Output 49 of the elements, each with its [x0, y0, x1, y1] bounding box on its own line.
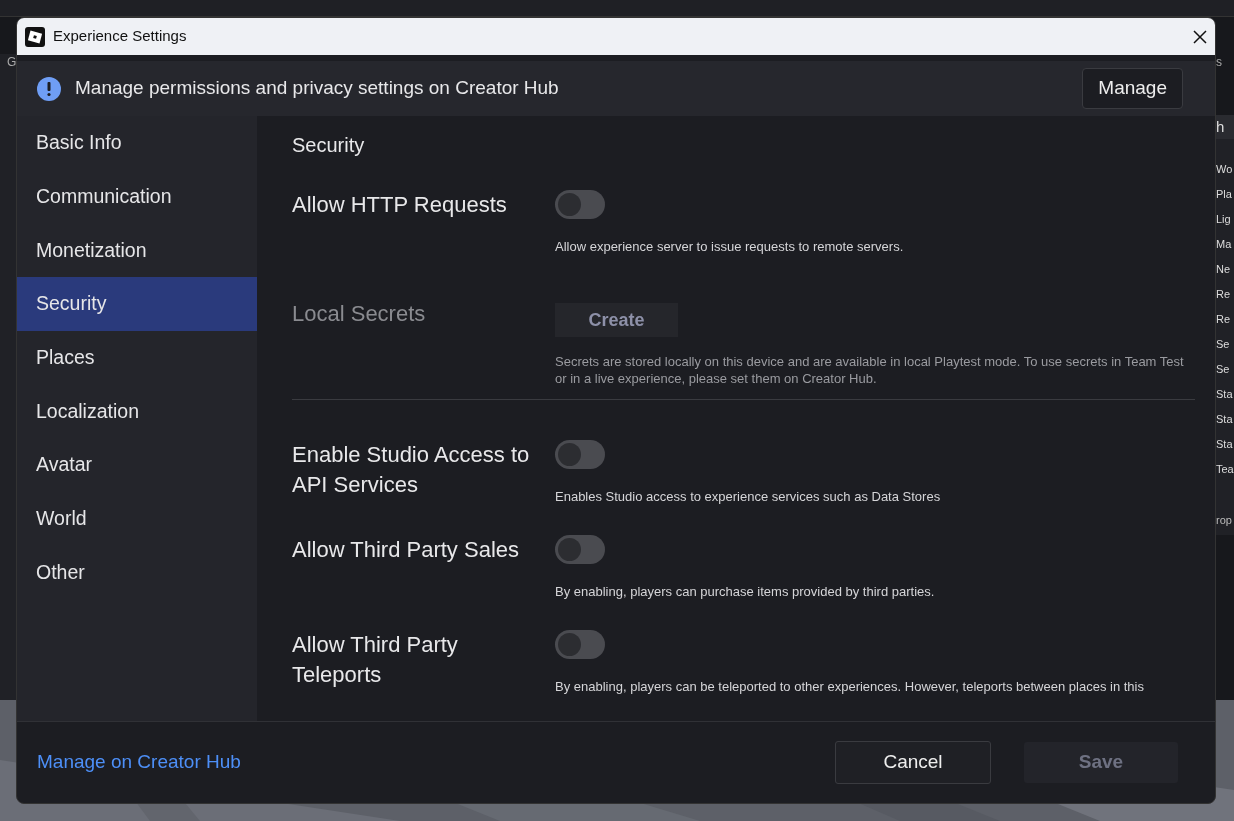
setting-label: Allow Third Party Teleports [292, 631, 459, 689]
sidebar-item[interactable]: Places [17, 330, 257, 385]
app-logo-icon [25, 26, 45, 47]
cancel-button[interactable]: Cancel [835, 741, 991, 784]
info-icon [37, 76, 61, 101]
sidebar-item[interactable]: Monetization [17, 223, 257, 278]
section-title: Security [292, 133, 366, 158]
sidebar-item[interactable]: Communication [17, 169, 257, 224]
sidebar-item[interactable]: Avatar [17, 438, 257, 492]
tree-item[interactable]: Sta [1216, 432, 1234, 457]
sidebar-item[interactable]: World [17, 491, 257, 546]
sidebar-item[interactable]: Security [17, 277, 257, 331]
setting-description: Allow experience server to issue requests to remote servers. [555, 238, 905, 255]
tree-item[interactable]: Sta [1216, 382, 1234, 407]
sidebar-item[interactable]: Localization [17, 384, 257, 439]
panel-label: G [7, 54, 17, 71]
setting-label: Allow HTTP Requests [292, 191, 508, 219]
tree-item[interactable]: Re [1216, 282, 1234, 307]
panel-tab[interactable]: rop [1216, 512, 1234, 529]
panel-label: s [1216, 54, 1222, 71]
toggle-switch[interactable] [555, 535, 605, 564]
tree-item[interactable]: Tea [1216, 457, 1234, 482]
tree-item[interactable]: Ma [1216, 232, 1234, 257]
sidebar-item[interactable]: Basic Info [17, 116, 257, 170]
tree-item[interactable]: Se [1216, 357, 1234, 382]
toggle-switch[interactable] [555, 190, 605, 219]
tree-item[interactable]: Re [1216, 307, 1234, 332]
tree-item[interactable]: Se [1216, 332, 1234, 357]
setting-description: By enabling, players can purchase items provided by third parties. [555, 583, 936, 600]
setting-description: Enables Studio access to experience services such as Data Stores [555, 488, 942, 505]
tree-item[interactable]: Wo [1216, 157, 1234, 182]
setting-description: Secrets are stored locally on this device and are available in local Playtest mode. To use secrets in Team Test or in a live experience, please set them on Creator Hub. [555, 353, 1185, 387]
banner-text: Manage permissions and privacy settings on Creator Hub [75, 76, 559, 101]
tree-item[interactable]: Ne [1216, 257, 1234, 282]
setting-label: Enable Studio Access to API Services [292, 441, 531, 499]
tree-item[interactable]: Sta [1216, 407, 1234, 432]
tree-item[interactable]: Pla [1216, 182, 1234, 207]
panel-header: h [1216, 115, 1234, 139]
close-icon[interactable] [1193, 29, 1207, 44]
setting-label: Local Secrets [292, 300, 427, 328]
tree-item[interactable]: Lig [1216, 207, 1234, 232]
toggle-switch[interactable] [555, 440, 605, 469]
creator-hub-link[interactable]: Manage on Creator Hub [37, 748, 241, 777]
sidebar-item[interactable]: Other [17, 545, 257, 600]
window-title: Experience Settings [53, 26, 187, 47]
toggle-switch[interactable] [555, 630, 605, 659]
setting-description: By enabling, players can be teleported to other experiences. However, teleports between places in this [555, 678, 1145, 695]
manage-button[interactable]: Manage [1082, 68, 1183, 109]
setting-label: Allow Third Party Sales [292, 536, 520, 564]
